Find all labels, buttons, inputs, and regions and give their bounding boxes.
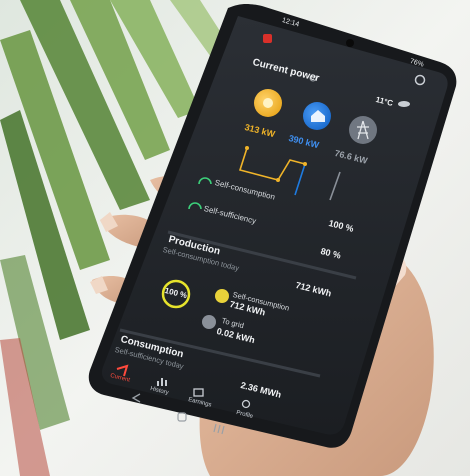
self-consumption-dot	[215, 289, 229, 303]
grid-tower-icon[interactable]	[349, 116, 377, 144]
front-camera	[346, 39, 354, 47]
app-icon	[263, 34, 272, 43]
scene-svg	[0, 0, 470, 476]
to-grid-dot	[202, 315, 216, 329]
cloud-icon	[398, 101, 410, 107]
photo-scene: 12:14 76% Current power 11°C 313 kW 390 …	[0, 0, 470, 476]
